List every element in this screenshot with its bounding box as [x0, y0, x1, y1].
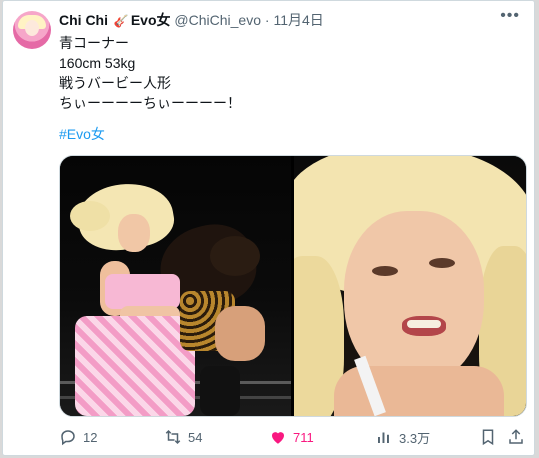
- reply-count: 12: [83, 429, 98, 445]
- wrestler-closeup-photo[interactable]: [294, 156, 526, 416]
- reply-icon: [61, 430, 75, 446]
- views-icon: [378, 432, 389, 443]
- heart-icon: [272, 432, 284, 444]
- tweet-date[interactable]: 11月4日: [273, 12, 323, 28]
- like-button[interactable]: 711: [269, 427, 314, 447]
- more-options-icon[interactable]: •••: [500, 7, 520, 25]
- author-name-suffix[interactable]: Evo女: [131, 12, 171, 28]
- tweet-line: 青コーナー: [59, 35, 129, 51]
- author-handle[interactable]: @ChiChi_evo: [174, 12, 261, 28]
- repost-button[interactable]: 54: [164, 427, 202, 447]
- tweet-line: 160cm 53kg: [59, 55, 136, 71]
- avatar[interactable]: [13, 11, 51, 49]
- author-name[interactable]: Chi Chi: [59, 12, 108, 28]
- repost-count: 54: [188, 429, 203, 445]
- share-icon: [509, 429, 523, 444]
- separator: ·: [264, 12, 270, 28]
- tweet-actions: 12 54 711 3.3万: [59, 427, 525, 449]
- bookmark-button[interactable]: [479, 427, 497, 447]
- repost-icon: [165, 429, 181, 445]
- tweet-card[interactable]: Chi Chi 🎸 Evo女 @ChiChi_evo · 11月4日 ••• 青コ…: [2, 0, 535, 456]
- wrestling-action-photo[interactable]: [60, 156, 291, 416]
- tweet-line: ちぃーーーーちぃーーーー！: [59, 95, 241, 111]
- share-button[interactable]: [507, 427, 525, 447]
- tweet-text: 青コーナー 160cm 53kg 戦うバービー人形 ちぃーーーーちぃーーーー！: [59, 33, 241, 113]
- like-count: 711: [293, 429, 314, 445]
- media-gallery[interactable]: [59, 155, 527, 417]
- hashtag-link[interactable]: #Evo女: [59, 124, 105, 144]
- electric-guitar-icon: 🎸: [113, 14, 129, 28]
- tweet-line: 戦うバービー人形: [59, 75, 171, 91]
- reply-button[interactable]: 12: [59, 427, 97, 447]
- tweet-header: Chi Chi 🎸 Evo女 @ChiChi_evo · 11月4日: [59, 10, 522, 30]
- bookmark-icon: [482, 429, 494, 446]
- views-count: 3.3万: [399, 430, 431, 446]
- views-button[interactable]: 3.3万: [375, 427, 430, 447]
